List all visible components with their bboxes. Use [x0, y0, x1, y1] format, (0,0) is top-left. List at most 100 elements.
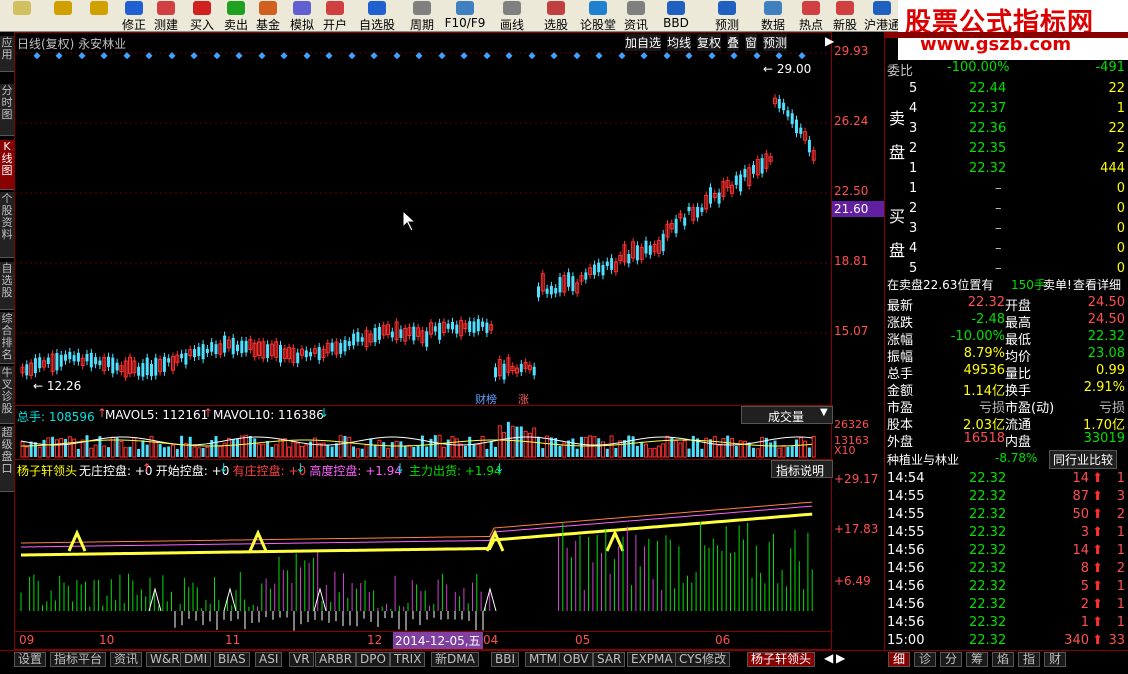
- quote-tab-2[interactable]: 分: [940, 652, 962, 667]
- quote-tab-1[interactable]: 诊: [914, 652, 936, 667]
- candle-body: [786, 110, 790, 117]
- indicator-tab-4[interactable]: DMI: [180, 652, 212, 667]
- indicator-tab-6[interactable]: ASI: [255, 652, 283, 667]
- volume-bar: [102, 445, 107, 458]
- quote-tab-4[interactable]: 焰: [992, 652, 1014, 667]
- toolbar-button-10[interactable]: 自选股: [354, 0, 400, 32]
- volume-bar: [115, 437, 119, 457]
- toolbar-button-22[interactable]: 沪港通: [862, 0, 902, 32]
- indicator-tab-3[interactable]: W&R: [146, 652, 184, 667]
- toolbar-button-label: 自选股: [358, 18, 395, 32]
- left-tab-4[interactable]: 自选股: [0, 262, 14, 310]
- indicator-tab-12[interactable]: BBI: [491, 652, 520, 667]
- tick-deals: 1: [1116, 579, 1125, 594]
- volume-bar: [338, 435, 343, 458]
- toolbar-button-11[interactable]: 周期: [404, 0, 440, 32]
- indicator-tab-16[interactable]: EXPMA: [627, 652, 677, 667]
- toolbar-icon: [227, 1, 245, 15]
- left-tab-bar: 应用分时图 K线图个股资料自选股综合排名牛叉诊股超级盘口: [0, 32, 14, 652]
- kline-chart[interactable]: 日线(复权) 永安林业 加自选 均线 复权叠窗预测 ▶ ← 29.00 ← 12.2…: [14, 32, 834, 650]
- toolbar-button-label: 资讯: [623, 18, 648, 32]
- toolbar-button-6[interactable]: 卖出: [220, 0, 252, 32]
- tab-scroll-right-icon[interactable]: ▶: [833, 652, 848, 667]
- indicator-tab-2[interactable]: 资讯: [110, 652, 143, 667]
- indicator-tab-18[interactable]: 杨子轩领头: [747, 652, 816, 667]
- industry-compare-button[interactable]: 同行业比较: [1049, 450, 1118, 469]
- candle-body: [137, 366, 141, 376]
- volume-dropdown[interactable]: 成交量 ▼: [741, 406, 833, 424]
- toolbar-button-13[interactable]: 画线: [492, 0, 532, 32]
- indicator-tab-15[interactable]: SAR: [593, 652, 626, 667]
- toolbar-button-1[interactable]: [48, 0, 78, 32]
- indicator-tab-7[interactable]: VR: [289, 652, 314, 667]
- quote-tab-6[interactable]: 财: [1044, 652, 1066, 667]
- quote-tab-3[interactable]: 筹: [966, 652, 988, 667]
- left-tab-0[interactable]: 应用: [0, 36, 14, 72]
- left-tab-7[interactable]: 超级盘口: [0, 426, 14, 492]
- left-tab-1[interactable]: 分时图: [0, 84, 14, 136]
- volume-bar: [420, 435, 424, 457]
- order-detail-link[interactable]: 查看详细: [1073, 276, 1121, 293]
- left-tab-6[interactable]: 牛叉诊股: [0, 366, 14, 424]
- toolbar-button-18[interactable]: 预测: [700, 0, 754, 32]
- toolbar-button-8[interactable]: 模拟: [286, 0, 318, 32]
- sell-price: 22.32: [969, 161, 1007, 176]
- arrow-icon: ↓: [395, 461, 406, 475]
- toolbar-button-3[interactable]: 修正: [118, 0, 150, 32]
- volume-bar: [489, 441, 493, 457]
- toolbar-button-4[interactable]: 测建: [150, 0, 182, 32]
- volume-bar: [790, 446, 794, 457]
- toolbar-button-7[interactable]: 基金: [252, 0, 284, 32]
- tick-price: 22.32: [969, 525, 1007, 540]
- indicator-tab-0[interactable]: 设置: [14, 652, 47, 667]
- toolbar-button-19[interactable]: 数据: [756, 0, 790, 32]
- volume-bar: [64, 438, 67, 457]
- toolbar-button-label: 模拟: [289, 18, 314, 32]
- indicator-tab-9[interactable]: DPO: [356, 652, 390, 667]
- volume-bar: [682, 440, 687, 458]
- quote-tab-5[interactable]: 指: [1018, 652, 1040, 667]
- volume-bar: [123, 447, 128, 458]
- indicator-tick: +17.83: [834, 522, 879, 536]
- indicator-tab-5[interactable]: BIAS: [214, 652, 250, 667]
- volume-bar: [433, 435, 437, 457]
- toolbar-icon: [589, 1, 607, 15]
- toolbar-button-5[interactable]: 买入: [186, 0, 218, 32]
- toolbar-button-12[interactable]: F10/F9: [442, 0, 488, 32]
- toolbar-button-0[interactable]: [0, 0, 44, 32]
- indicator-tab-10[interactable]: TRIX: [390, 652, 426, 667]
- left-tab-2[interactable]: K线图: [0, 140, 14, 190]
- tick-time: 14:54: [887, 471, 925, 486]
- buy-level: 1: [909, 181, 918, 196]
- indicator-tab-14[interactable]: OBV: [559, 652, 593, 667]
- toolbar-button-16[interactable]: 资讯: [620, 0, 652, 32]
- left-tab-3[interactable]: 个股资料: [0, 192, 14, 258]
- tick-price: 22.32: [969, 579, 1007, 594]
- toolbar-button-14[interactable]: 选股: [538, 0, 574, 32]
- volume-bar: [571, 438, 575, 457]
- toolbar-button-17[interactable]: BBD: [654, 0, 698, 32]
- toolbar-button-20[interactable]: 热点: [794, 0, 828, 32]
- quote-row: 4 22.37 1: [885, 100, 1128, 118]
- indicator-tab-13[interactable]: MTM: [525, 652, 562, 667]
- tick-time: 14:56: [887, 543, 925, 558]
- toolbar-button-2[interactable]: [84, 0, 114, 32]
- toolbar-button-15[interactable]: 论股堂: [578, 0, 618, 32]
- indicator-help-button[interactable]: 指标说明: [771, 460, 833, 478]
- volume-bar: [510, 425, 515, 458]
- indicator-tab-1[interactable]: 指标平台: [50, 652, 107, 667]
- indicator-tab-11[interactable]: 新DMA: [431, 652, 479, 667]
- indicator-tab-8[interactable]: ARBR: [315, 652, 357, 667]
- tick-time: 14:56: [887, 561, 925, 576]
- volume-bar: [153, 441, 158, 458]
- toolbar-icon: [667, 1, 685, 15]
- indicator-tab-17[interactable]: CYS修改: [675, 652, 731, 667]
- quote-panel: 委比 -100.00% -491 卖盘 5 22.44 22 4 22.37 1 3 22.36 22 2…: [884, 32, 1128, 650]
- toolbar-button-9[interactable]: 开户: [318, 0, 352, 32]
- buy-price: –: [995, 241, 1002, 256]
- tick-volume: 8: [1080, 561, 1089, 576]
- volume-bar: [162, 447, 166, 457]
- toolbar-button-21[interactable]: 新股: [830, 0, 860, 32]
- quote-tab-0[interactable]: 细: [888, 652, 910, 667]
- left-tab-5[interactable]: 综合排名: [0, 312, 14, 364]
